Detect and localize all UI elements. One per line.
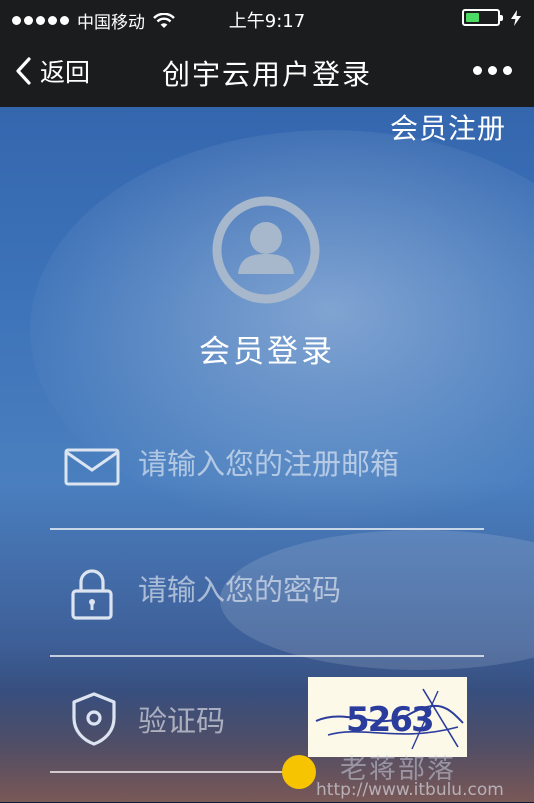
captcha-underline — [50, 771, 300, 773]
user-avatar-icon — [212, 196, 320, 304]
password-field-row — [50, 531, 484, 657]
status-time: 上午9:17 — [228, 11, 306, 32]
navigation-bar: 返回 创宇云用户登录 — [0, 36, 534, 107]
captcha-image[interactable]: 5263 — [308, 677, 467, 757]
status-right — [462, 9, 522, 26]
battery-icon — [462, 9, 503, 26]
captcha-field-row — [50, 647, 300, 773]
register-link[interactable]: 会员注册 — [390, 107, 506, 147]
more-dot-icon — [503, 66, 512, 75]
lock-icon — [71, 569, 113, 620]
status-bar: 中国移动 上午9:17 — [0, 0, 534, 36]
login-heading: 会员登录 — [199, 334, 335, 370]
email-underline — [50, 528, 484, 530]
watermark-logo-icon — [282, 755, 316, 789]
email-input[interactable] — [138, 442, 468, 486]
page-title: 创宇云用户登录 — [161, 58, 372, 91]
watermark: 老蒋部落 http://www.itbulu.com — [282, 747, 512, 803]
captcha-input[interactable] — [138, 699, 288, 743]
watermark-url: http://www.itbulu.com — [316, 780, 504, 800]
shield-icon — [72, 692, 116, 746]
envelope-icon — [64, 448, 120, 486]
battery-level-fill — [466, 13, 480, 22]
captcha-code: 5263 — [346, 700, 433, 740]
login-content: 会员注册 会员登录 请输入您的注册邮箱 验证码 5263 老蒋部落 http:/… — [0, 107, 534, 802]
more-options-button[interactable] — [473, 66, 512, 75]
email-field-row — [50, 404, 484, 530]
charging-bolt-icon — [511, 9, 521, 26]
password-input[interactable] — [138, 568, 468, 612]
more-dot-icon — [473, 66, 482, 75]
more-dot-icon — [488, 66, 497, 75]
